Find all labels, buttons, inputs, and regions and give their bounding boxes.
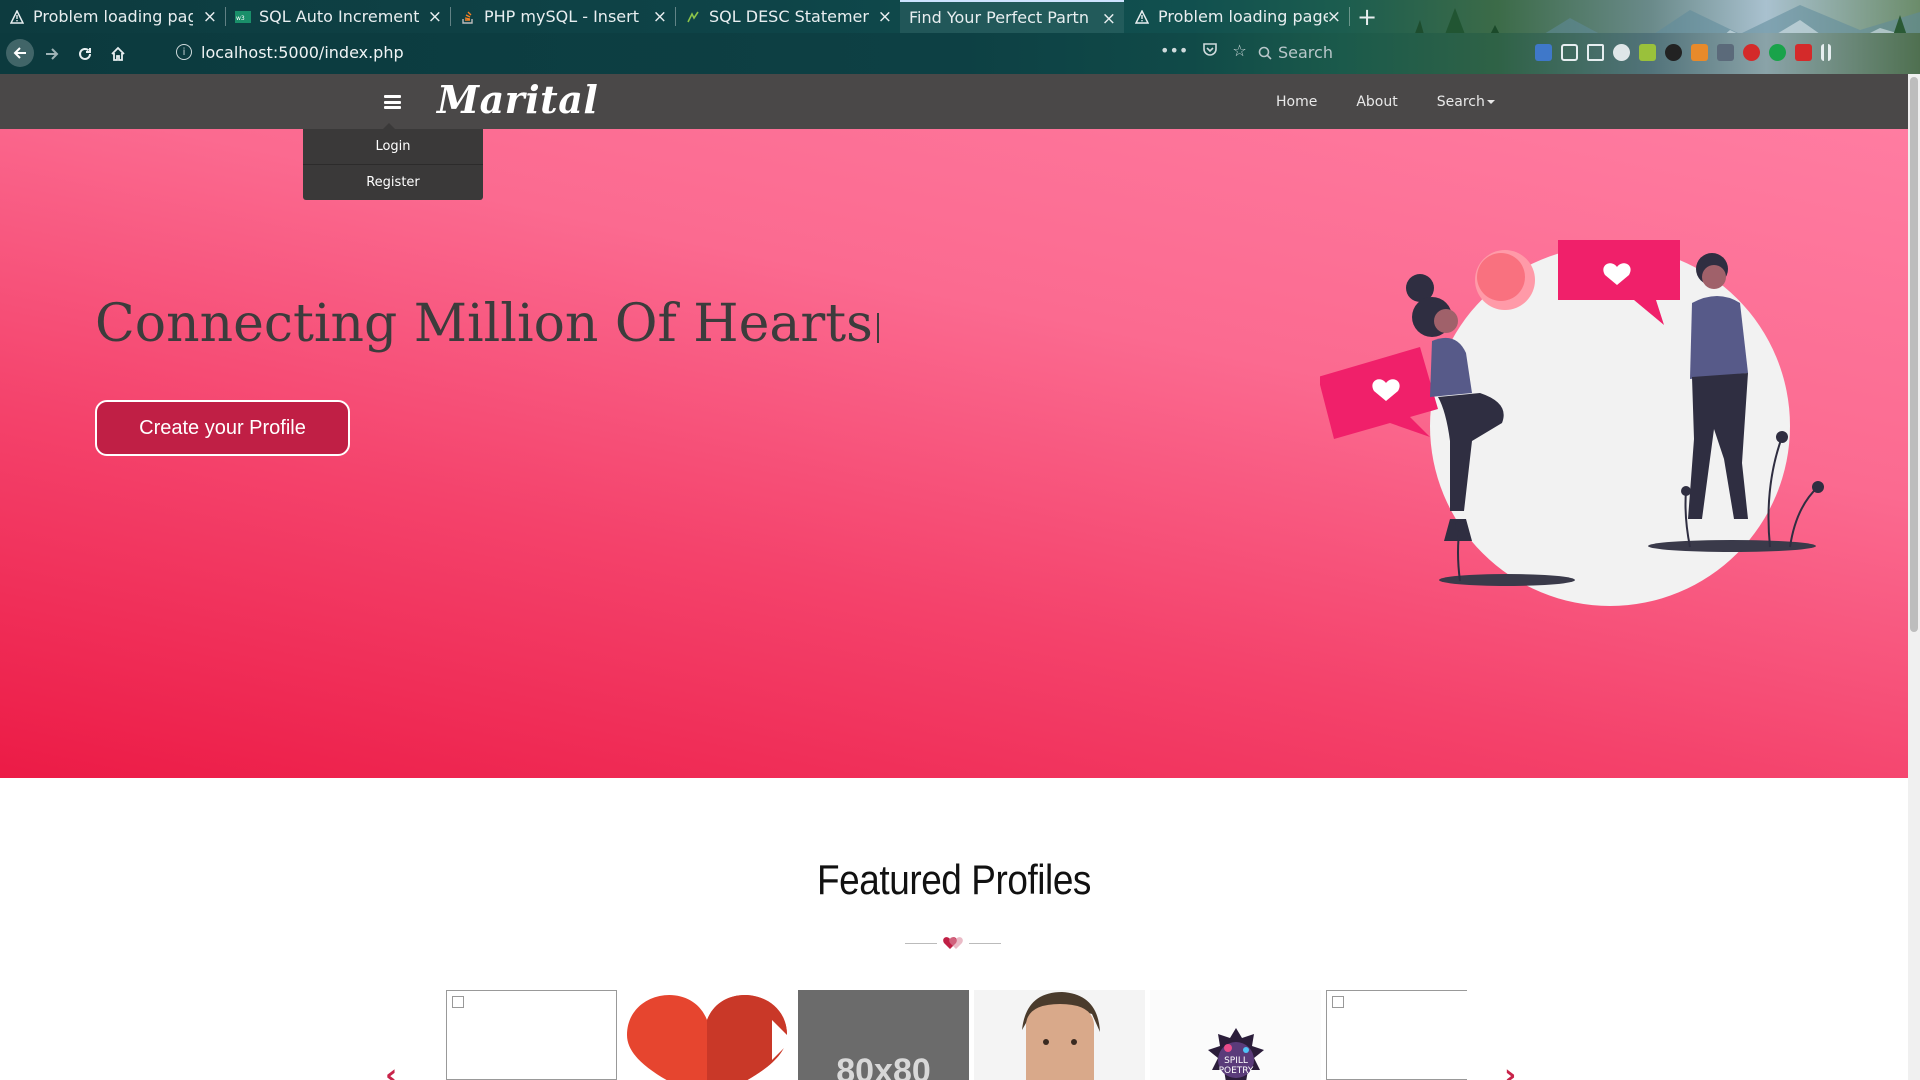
- warning-icon: [1134, 9, 1150, 25]
- couple-chat-illustration: [1320, 240, 1824, 606]
- tab-find-your-perfect-partner[interactable]: Find Your Perfect Partner ×: [900, 0, 1124, 33]
- close-icon[interactable]: ×: [1102, 9, 1116, 29]
- svg-text:w3: w3: [236, 15, 245, 22]
- broken-image-icon: [452, 996, 464, 1008]
- hamburger-menu-icon[interactable]: [384, 95, 401, 109]
- nav-about-link[interactable]: About: [1356, 94, 1397, 110]
- extension-grid-icon[interactable]: [1717, 44, 1734, 61]
- close-icon[interactable]: ×: [878, 7, 892, 27]
- site-logo[interactable]: Marital: [437, 77, 598, 122]
- bookmark-star-icon[interactable]: ☆: [1232, 41, 1246, 61]
- extension-toolbar: [1535, 44, 1831, 61]
- adblock-icon[interactable]: [1743, 44, 1760, 61]
- close-icon[interactable]: ×: [203, 7, 217, 27]
- heart-icon: [943, 937, 963, 949]
- profile-card-heart[interactable]: [622, 990, 793, 1080]
- tab-sql-desc-statement[interactable]: SQL DESC Statement - ×: [676, 0, 900, 33]
- profile-card-broken-image-2[interactable]: [1326, 990, 1467, 1080]
- browser-toolbar: i localhost:5000/index.php ••• ☆ Search: [0, 33, 1920, 74]
- sidebar-icon[interactable]: [1587, 44, 1604, 61]
- close-icon[interactable]: ×: [1327, 7, 1341, 27]
- carousel-prev-chevron-icon[interactable]: ‹: [385, 1058, 397, 1080]
- nav-search-dropdown[interactable]: Search: [1437, 94, 1495, 110]
- tab-php-mysql-insert[interactable]: PHP mySQL - Insert ne ×: [451, 0, 675, 33]
- typing-cursor: [876, 313, 879, 343]
- url-field[interactable]: localhost:5000/index.php: [201, 43, 404, 62]
- heart-divider: [905, 936, 1001, 950]
- hamburger-dropdown-menu: Login Register: [303, 123, 483, 200]
- tab-title: SQL Auto Increment: [259, 7, 419, 26]
- hero-heading-text: Connecting Million Of Hearts: [95, 294, 873, 354]
- sql-favicon-icon: [685, 9, 701, 25]
- download-icon[interactable]: [1535, 44, 1552, 61]
- carousel-next-chevron-icon[interactable]: ›: [1504, 1058, 1516, 1080]
- browser-tab-strip: Problem loading page × w3 SQL Auto Incre…: [0, 0, 1920, 33]
- tab-problem-loading-2[interactable]: Problem loading page ×: [1125, 0, 1349, 33]
- library-icon[interactable]: [1561, 44, 1578, 61]
- create-profile-button[interactable]: Create your Profile: [95, 400, 350, 456]
- extension-globe-icon[interactable]: [1613, 44, 1630, 61]
- featured-profiles-heading: Featured Profiles: [817, 856, 1091, 903]
- tab-title: Find Your Perfect Partner: [909, 8, 1089, 27]
- tab-title: Problem loading page: [1158, 7, 1328, 26]
- nav-search-label: Search: [1436, 94, 1485, 110]
- home-icon[interactable]: [106, 42, 130, 66]
- nav-home-link[interactable]: Home: [1276, 94, 1317, 110]
- tab-separator: [1349, 7, 1350, 26]
- menu-icon[interactable]: [1821, 44, 1831, 61]
- close-icon[interactable]: ×: [428, 7, 442, 27]
- profile-card-spill-poetry[interactable]: SPILL POETRY: [1150, 990, 1321, 1080]
- search-placeholder: Search: [1278, 43, 1333, 62]
- site-nav-links: Home About Search: [1276, 94, 1495, 110]
- new-tab-plus-icon[interactable]: +: [1357, 3, 1377, 31]
- menu-item-login[interactable]: Login: [303, 129, 483, 164]
- extension-dark-icon[interactable]: [1665, 44, 1682, 61]
- placeholder-size-text: 80x80: [836, 1052, 931, 1080]
- man-portrait: [1022, 992, 1100, 1080]
- site-navbar: Marital Home About Search: [0, 74, 1908, 129]
- tab-sql-auto-increment[interactable]: w3 SQL Auto Increment ×: [226, 0, 450, 33]
- spill-poetry-text: SPILL POETRY: [1218, 1056, 1254, 1076]
- tab-title: Problem loading page: [33, 7, 193, 26]
- menu-item-register[interactable]: Register: [303, 164, 483, 199]
- forward-arrow-icon[interactable]: [40, 42, 64, 66]
- tab-title: PHP mySQL - Insert ne: [484, 7, 644, 26]
- grammarly-icon[interactable]: [1769, 44, 1786, 61]
- warning-icon: [9, 9, 25, 25]
- profile-card-broken-image[interactable]: [446, 990, 617, 1080]
- page-scrollbar[interactable]: [1908, 74, 1920, 1080]
- caret-down-icon: [1486, 100, 1495, 104]
- broken-image-icon: [1332, 996, 1344, 1008]
- hero-heading: Connecting Million Of Hearts: [95, 294, 879, 354]
- extension-orange-icon[interactable]: [1691, 44, 1708, 61]
- extension-green-icon[interactable]: [1639, 44, 1656, 61]
- profile-card-man-photo[interactable]: [974, 990, 1145, 1080]
- w3schools-favicon-icon: w3: [235, 9, 251, 25]
- page-actions-icon[interactable]: •••: [1160, 41, 1188, 61]
- scrollbar-thumb[interactable]: [1910, 77, 1918, 632]
- heart-image: [627, 995, 792, 1080]
- tab-problem-loading-1[interactable]: Problem loading page ×: [0, 0, 225, 33]
- close-icon[interactable]: ×: [653, 7, 667, 27]
- back-arrow-icon[interactable]: [6, 39, 34, 67]
- pocket-icon[interactable]: [1202, 41, 1218, 61]
- search-icon: [1258, 46, 1272, 60]
- profile-card-placeholder-80x80[interactable]: 80x80: [798, 990, 969, 1080]
- browser-search-box[interactable]: Search: [1258, 43, 1333, 62]
- tab-title: SQL DESC Statement -: [709, 7, 869, 26]
- hero-section: Connecting Million Of Hearts Create your…: [0, 129, 1908, 778]
- reload-icon[interactable]: [73, 42, 97, 66]
- stackoverflow-favicon-icon: [460, 9, 476, 25]
- site-info-icon[interactable]: i: [176, 44, 192, 60]
- extension-red-icon[interactable]: [1795, 44, 1812, 61]
- dropdown-pointer: [383, 123, 395, 129]
- theme-background-art: [1415, 5, 1920, 33]
